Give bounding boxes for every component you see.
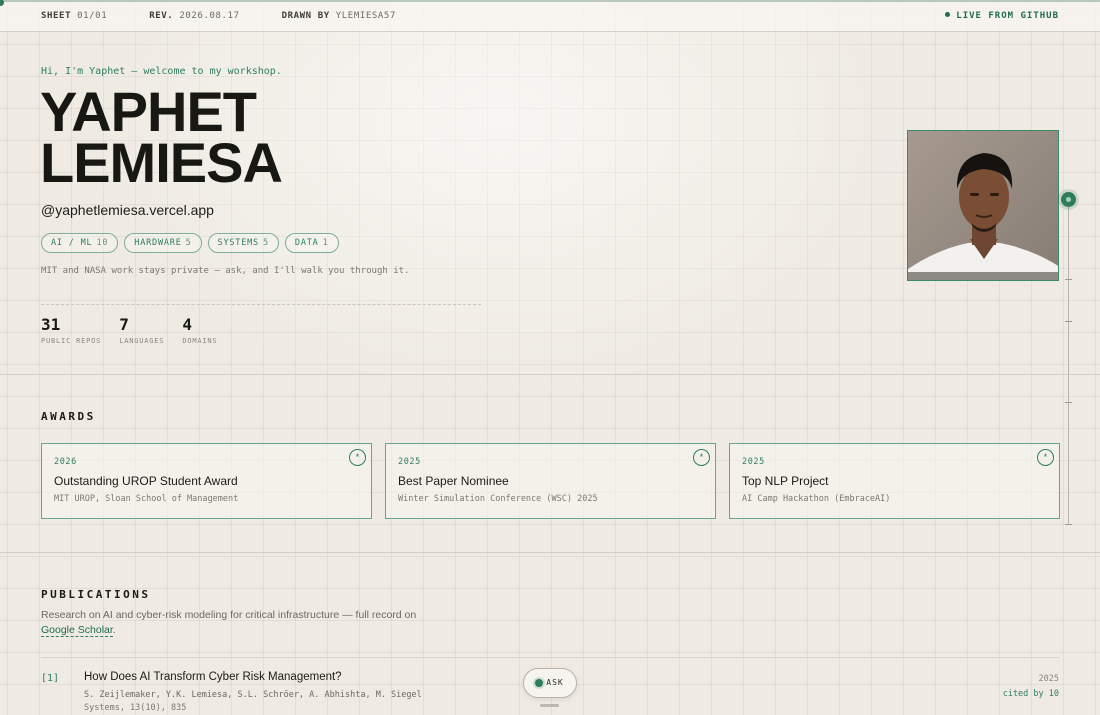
tag-label: HARDWARE — [134, 238, 182, 248]
tag-label: AI / ML — [51, 238, 93, 248]
sheet-meta: SHEET 01/01 REV. 2026.08.17 DRAWN BY YLE… — [41, 11, 432, 21]
rail-tick — [1065, 524, 1072, 525]
awards-list: * 2026 Outstanding UROP Student Award MI… — [41, 443, 1060, 519]
page-title: YAPHET LEMIESA — [40, 80, 283, 194]
live-from-github-link[interactable]: LIVE FROM GITHUB — [945, 11, 1059, 21]
domain-tags: AI / ML 10 HARDWARE 5 SYSTEMS 5 DATA 1 — [41, 233, 339, 253]
corner-marker-icon — [0, 0, 4, 6]
award-issuer: AI Camp Hackathon (EmbraceAI) — [742, 494, 891, 504]
publications-intro: Research on AI and cyber-risk modeling f… — [41, 608, 441, 638]
drag-handle[interactable] — [540, 704, 559, 707]
stat-label: LANGUAGES — [119, 337, 165, 345]
tag-data[interactable]: DATA 1 — [284, 233, 339, 253]
publication-year: 2025 — [1038, 674, 1059, 684]
stats-row: 31 PUBLIC REPOS 7 LANGUAGES 4 DOMAINS — [41, 315, 218, 346]
award-year: 2025 — [398, 457, 421, 467]
live-label: LIVE FROM GITHUB — [956, 11, 1059, 21]
tag-count: 5 — [262, 238, 269, 248]
award-issuer: Winter Simulation Conference (WSC) 2025 — [398, 494, 598, 504]
awards-heading: AWARDS — [41, 410, 96, 423]
star-icon: * — [693, 449, 710, 466]
publication-citations: cited by 10 — [1002, 689, 1059, 699]
portrait-illustration — [908, 131, 1058, 280]
rev-value: 2026.08.17 — [179, 11, 240, 21]
tag-label: DATA — [294, 238, 319, 248]
publications-intro-text: Research on AI and cyber-risk modeling f… — [41, 609, 417, 621]
award-card[interactable]: * 2026 Outstanding UROP Student Award MI… — [41, 443, 372, 519]
award-issuer: MIT UROP, Sloan School of Management — [54, 494, 239, 504]
scroll-position-knob[interactable] — [1061, 192, 1076, 207]
private-work-note: MIT and NASA work stays private — ask, a… — [41, 266, 410, 276]
first-name: YAPHET — [40, 80, 257, 143]
stat-public-repos: 31 PUBLIC REPOS — [41, 315, 102, 346]
ask-button[interactable]: ASK — [523, 668, 577, 698]
publications-heading: PUBLICATIONS — [41, 588, 151, 601]
greeting: Hi, I'm Yaphet — welcome to my workshop. — [41, 66, 282, 77]
award-year: 2026 — [54, 457, 77, 467]
ask-status-icon — [535, 679, 543, 687]
award-title: Top NLP Project — [742, 474, 829, 488]
tag-label: SYSTEMS — [217, 238, 259, 248]
stat-value: 4 — [182, 315, 192, 334]
award-title: Best Paper Nominee — [398, 474, 509, 488]
live-status-icon — [945, 12, 951, 17]
tag-count: 1 — [322, 238, 329, 248]
drawn-by-label: DRAWN BY — [281, 11, 330, 21]
award-year: 2025 — [742, 457, 765, 467]
rail-tick — [1065, 402, 1072, 403]
section-divider — [0, 374, 1100, 375]
publication-venue: Systems, 13(10), 835 — [84, 703, 187, 713]
stat-label: DOMAINS — [182, 337, 218, 345]
publication-title[interactable]: How Does AI Transform Cyber Risk Managem… — [84, 671, 342, 683]
star-icon: * — [349, 449, 366, 466]
tag-count: 5 — [185, 238, 192, 248]
rev-label: REV. — [149, 11, 174, 21]
site-handle-link[interactable]: @yaphetlemiesa.vercel.app — [41, 202, 214, 218]
tag-hardware[interactable]: HARDWARE 5 — [124, 233, 202, 253]
scroll-rail[interactable] — [1068, 200, 1069, 525]
rail-tick — [1065, 279, 1072, 280]
stat-languages: 7 LANGUAGES — [119, 315, 165, 346]
stat-value: 7 — [119, 315, 129, 334]
drawn-by-value: YLEMIESA57 — [335, 11, 396, 21]
last-name: LEMIESA — [40, 131, 283, 194]
publication-authors: S. Zeijlemaker, Y.K. Lemiesa, S.L. Schrö… — [84, 690, 422, 700]
rail-tick — [1065, 321, 1072, 322]
tag-ai-ml[interactable]: AI / ML 10 — [41, 233, 119, 253]
profile-photo — [907, 130, 1059, 281]
section-divider — [0, 552, 1100, 553]
star-icon: * — [1037, 449, 1054, 466]
sheet-value: 01/01 — [77, 11, 108, 21]
ask-label: ASK — [546, 678, 564, 687]
stat-value: 31 — [41, 315, 61, 334]
stat-domains: 4 DOMAINS — [182, 315, 218, 346]
tag-count: 10 — [96, 238, 109, 248]
award-title: Outstanding UROP Student Award — [54, 474, 238, 488]
award-card[interactable]: * 2025 Top NLP Project AI Camp Hackathon… — [729, 443, 1060, 519]
period: . — [112, 624, 116, 636]
tag-systems[interactable]: SYSTEMS 5 — [207, 233, 279, 253]
divider — [41, 657, 1059, 658]
sheet-header-bar: SHEET 01/01 REV. 2026.08.17 DRAWN BY YLE… — [0, 0, 1100, 32]
sheet-label: SHEET — [41, 11, 72, 21]
divider — [41, 304, 481, 305]
publication-index: [1] — [41, 673, 60, 684]
award-card[interactable]: * 2025 Best Paper Nominee Winter Simulat… — [385, 443, 716, 519]
google-scholar-link[interactable]: Google Scholar — [41, 624, 113, 637]
stat-label: PUBLIC REPOS — [41, 337, 102, 345]
